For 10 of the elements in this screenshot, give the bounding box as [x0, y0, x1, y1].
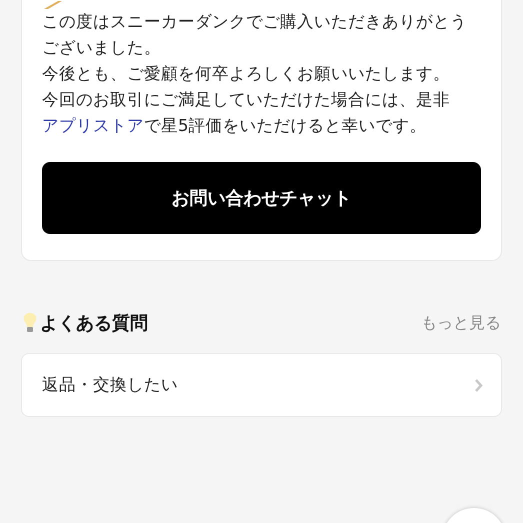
light-bulb-icon — [22, 312, 38, 334]
faq-item-label: 返品・交換したい — [42, 374, 178, 396]
app-store-link[interactable]: アプリストア — [42, 116, 144, 135]
inquiry-chat-button[interactable]: お問い合わせチャット — [42, 162, 481, 234]
chevron-right-icon — [474, 378, 483, 392]
message-text: 今回のお取引にご満足していただけた場合には、是非 アプリストアで星5評価をいただけると幸いです。 — [42, 89, 451, 137]
faq-item[interactable]: 返品・交換したい — [21, 353, 502, 417]
faq-title: よくある質問 — [40, 312, 148, 335]
message-text: この度はスニーカーダンクでご購入いただきありがとうございました。 — [42, 11, 468, 59]
message-text: 今後とも、ご愛顧を何卒よろしくお願いいたします。 — [42, 63, 451, 85]
